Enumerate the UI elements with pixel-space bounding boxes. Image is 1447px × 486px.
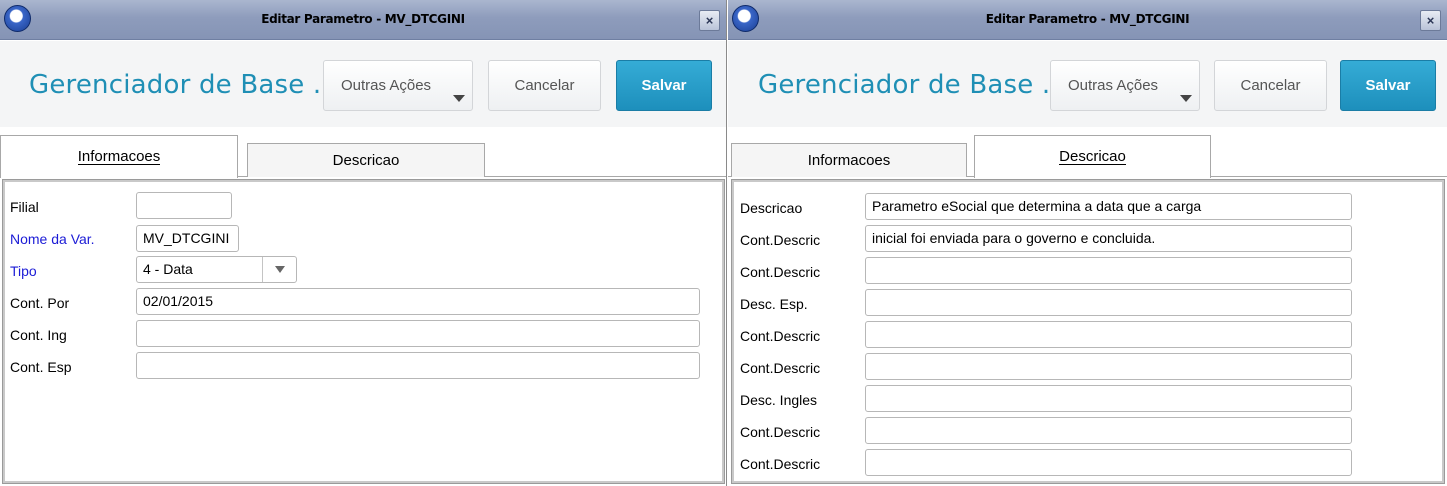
descricao-input[interactable]: Parametro eSocial que determina a data q…	[865, 193, 1352, 220]
more-actions-button[interactable]: Outras Ações	[323, 60, 473, 111]
save-button[interactable]: Salvar	[1340, 60, 1436, 111]
field-label-cont-por: Cont. Por	[10, 295, 70, 311]
window-title: Editar Parametro - MV_DTCGINI	[985, 12, 1190, 26]
field-label-cont-descric: Cont.Descric	[740, 424, 821, 440]
chevron-down-icon[interactable]	[262, 257, 296, 282]
tab-label: Descricao	[332, 152, 400, 169]
desc-ingles-input[interactable]	[865, 385, 1352, 412]
close-icon[interactable]: ×	[699, 10, 720, 31]
tab-informacoes[interactable]: Informacoes	[0, 135, 238, 178]
tab-descricao[interactable]: Descricao	[974, 135, 1211, 178]
header-toolbar: Gerenciador de Base ... Outras Ações Can…	[0, 41, 726, 127]
field-label-cont-esp: Cont. Esp	[10, 359, 72, 375]
chevron-down-icon	[1180, 95, 1192, 102]
tab-descricao[interactable]: Descricao	[247, 143, 485, 177]
app-brand-title: Gerenciador de Base ...	[758, 70, 1068, 100]
desc-esp-input[interactable]	[865, 289, 1352, 316]
tipo-selected-value: 4 - Data	[143, 261, 193, 277]
cont-descric-input[interactable]	[865, 449, 1352, 476]
app-brand-title: Gerenciador de Base ...	[29, 70, 339, 100]
tab-label: Informacoes	[807, 152, 891, 169]
cont-por-input[interactable]: 02/01/2015	[136, 288, 700, 315]
app-icon	[732, 5, 759, 32]
cont-descric-input[interactable]	[865, 321, 1352, 348]
cont-ing-input[interactable]	[136, 320, 700, 347]
tab-label: Descricao	[1059, 148, 1126, 165]
field-label-nome-var: Nome da Var.	[10, 231, 95, 247]
close-icon[interactable]: ×	[1420, 10, 1441, 31]
field-label-desc-ingles: Desc. Ingles	[740, 392, 818, 408]
field-label-descricao: Descricao	[740, 200, 803, 216]
field-label-tipo: Tipo	[10, 263, 37, 279]
field-label-cont-descric: Cont.Descric	[740, 360, 821, 376]
right-edit-parameter-window: Editar Parametro - MV_DTCGINI × Gerencia…	[728, 0, 1447, 486]
nome-var-input[interactable]: MV_DTCGINI	[136, 225, 239, 252]
header-toolbar: Gerenciador de Base ... Outras Ações Can…	[728, 41, 1447, 127]
field-label-filial: Filial	[10, 199, 39, 215]
field-label-cont-descric: Cont.Descric	[740, 232, 821, 248]
more-actions-button[interactable]: Outras Ações	[1050, 60, 1200, 111]
window-title: Editar Parametro - MV_DTCGINI	[261, 12, 465, 26]
field-label-cont-ing: Cont. Ing	[10, 327, 67, 343]
cont-descric-input[interactable]: inicial foi enviada para o governo e con…	[865, 225, 1352, 252]
field-label-desc-esp: Desc. Esp.	[740, 296, 808, 312]
cont-descric-input[interactable]	[865, 353, 1352, 380]
field-label-cont-descric: Cont.Descric	[740, 328, 821, 344]
chevron-down-icon	[453, 95, 465, 102]
tab-informacoes[interactable]: Informacoes	[731, 143, 967, 177]
window-title-bar[interactable]: Editar Parametro - MV_DTCGINI ×	[728, 0, 1447, 40]
app-icon	[4, 5, 31, 32]
more-actions-label: Outras Ações	[341, 77, 432, 94]
save-button[interactable]: Salvar	[616, 60, 712, 111]
filial-input[interactable]	[136, 192, 232, 219]
field-label-cont-descric: Cont.Descric	[740, 456, 821, 472]
tipo-select[interactable]: 4 - Data	[136, 256, 297, 283]
cont-descric-input[interactable]	[865, 257, 1352, 284]
cont-esp-input[interactable]	[136, 352, 700, 379]
window-title-bar[interactable]: Editar Parametro - MV_DTCGINI ×	[0, 0, 726, 40]
tab-label: Informacoes	[77, 148, 161, 165]
cancel-button[interactable]: Cancelar	[1214, 60, 1327, 111]
cancel-button[interactable]: Cancelar	[488, 60, 601, 111]
cont-descric-input[interactable]	[865, 417, 1352, 444]
more-actions-label: Outras Ações	[1068, 77, 1159, 94]
field-label-cont-descric: Cont.Descric	[740, 264, 821, 280]
left-edit-parameter-window: Editar Parametro - MV_DTCGINI × Gerencia…	[0, 0, 727, 486]
